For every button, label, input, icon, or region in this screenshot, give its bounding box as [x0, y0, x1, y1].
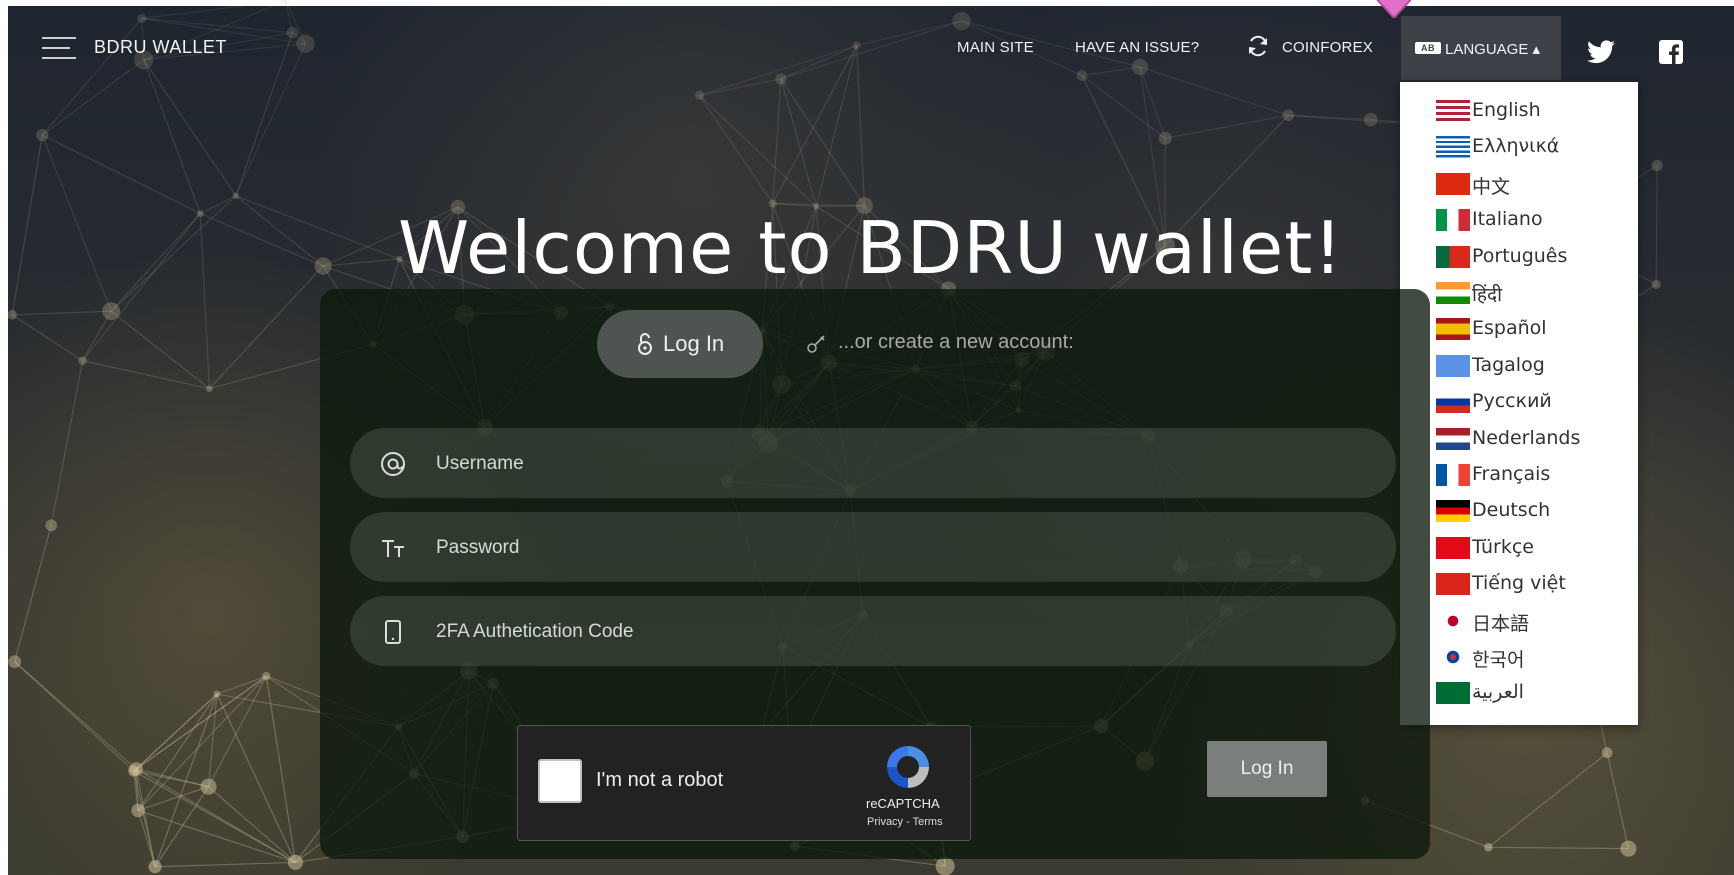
recaptcha-widget: I'm not a robot reCAPTCHA Privacy - Term…: [517, 725, 971, 841]
nav-link-main-site[interactable]: MAIN SITE: [957, 39, 1034, 56]
brand-title[interactable]: BDRU WALLET: [94, 37, 227, 58]
twitter-icon[interactable]: [1587, 40, 1615, 64]
in-flag-icon: [1436, 282, 1470, 304]
recaptcha-logo-icon: [887, 746, 929, 788]
language-option-label: Tagalog: [1472, 353, 1545, 376]
language-option-label: 中文: [1472, 175, 1511, 198]
language-option-label: Français: [1472, 463, 1551, 485]
language-option[interactable]: 한국어: [1436, 640, 1636, 672]
create-account-link[interactable]: ...or create a new account:: [838, 331, 1074, 354]
ru-flag-icon: [1436, 391, 1470, 414]
language-option-label: Deutsch: [1472, 499, 1551, 522]
hamburger-menu-icon[interactable]: [42, 33, 78, 63]
jp-flag-icon: [1436, 609, 1470, 632]
language-option-label: English: [1472, 99, 1541, 121]
language-option-label: Ελληνικά: [1472, 135, 1560, 158]
language-option-label: 한국어: [1472, 649, 1525, 671]
language-option-label: Português: [1472, 244, 1568, 267]
us-flag-icon: [1436, 100, 1470, 122]
text-cursor-icon: [382, 540, 404, 557]
refresh-icon[interactable]: [1246, 34, 1270, 58]
language-option[interactable]: العربية: [1436, 676, 1636, 708]
lock-icon: [638, 333, 652, 355]
tr-flag-icon: [1436, 536, 1470, 559]
at-sign-icon: [381, 452, 405, 476]
tab-log-in-label: Log In: [663, 331, 725, 356]
recaptcha-label: I'm not a robot: [596, 769, 724, 791]
page-title: Welcome to BDRU wallet!: [398, 206, 1344, 291]
fr-flag-icon: [1436, 464, 1470, 486]
password-input[interactable]: [434, 529, 1338, 567]
nav-link-have-an-issue[interactable]: HAVE AN ISSUE?: [1075, 39, 1199, 56]
language-option[interactable]: Ελληνικά: [1436, 130, 1636, 162]
language-option[interactable]: 中文: [1436, 167, 1636, 199]
language-menu: English Ελληνικά 中文 Italiano Português हिंदी E…: [1400, 82, 1638, 725]
annotation-arrow-marker: [1376, 0, 1412, 18]
language-option-label: العربية: [1472, 681, 1524, 704]
language-option[interactable]: Tagalog: [1436, 349, 1636, 381]
language-icon: AB: [1415, 42, 1441, 54]
top-nav: BDRU WALLET MAIN SITE HAVE AN ISSUE? COI…: [0, 6, 1734, 80]
language-option[interactable]: Русский: [1436, 385, 1636, 417]
tab-log-in[interactable]: Log In: [597, 310, 763, 378]
it-flag-icon: [1436, 209, 1470, 232]
language-dropdown-button[interactable]: AB LANGUAGE ▴: [1401, 16, 1561, 80]
facebook-icon[interactable]: [1659, 40, 1683, 64]
language-option[interactable]: 日本語: [1436, 604, 1636, 636]
nl-flag-icon: [1436, 427, 1470, 450]
gr-flag-icon: [1436, 136, 1470, 159]
username-field[interactable]: [350, 428, 1396, 498]
phone-icon: [385, 620, 401, 644]
username-input[interactable]: [434, 445, 1338, 483]
recaptcha-privacy-terms[interactable]: Privacy - Terms: [867, 816, 943, 828]
de-flag-icon: [1436, 500, 1470, 523]
kr-flag-icon: [1436, 646, 1470, 668]
language-option[interactable]: Français: [1436, 458, 1636, 490]
language-option[interactable]: Português: [1436, 240, 1636, 272]
language-option-label: Español: [1472, 317, 1547, 340]
pt-flag-icon: [1436, 245, 1470, 268]
password-field[interactable]: [350, 512, 1396, 582]
es-flag-icon: [1436, 318, 1470, 341]
twofa-input[interactable]: [434, 613, 1338, 651]
language-option[interactable]: Türkçe: [1436, 531, 1636, 563]
nav-link-coinforex[interactable]: COINFOREX: [1282, 39, 1373, 56]
vn-flag-icon: [1436, 573, 1470, 596]
language-option-label: हिंदी: [1472, 284, 1503, 306]
un-flag-icon: [1436, 354, 1470, 377]
language-option-label: Tiếng việt: [1472, 572, 1566, 595]
language-option-label: Русский: [1472, 390, 1552, 413]
key-icon: [807, 335, 825, 353]
language-label: LANGUAGE ▴: [1445, 41, 1541, 58]
cn-flag-icon: [1436, 172, 1470, 195]
language-option-label: Türkçe: [1472, 535, 1534, 558]
twofa-field[interactable]: [350, 596, 1396, 666]
recaptcha-checkbox[interactable]: [538, 759, 582, 803]
sa-flag-icon: [1436, 682, 1470, 705]
language-option[interactable]: Italiano: [1436, 203, 1636, 235]
language-option[interactable]: हिंदी: [1436, 276, 1636, 308]
language-option-label: Nederlands: [1472, 426, 1581, 449]
language-option[interactable]: English: [1436, 94, 1636, 126]
language-option[interactable]: Deutsch: [1436, 494, 1636, 526]
language-option-label: 日本語: [1472, 612, 1530, 635]
recaptcha-brand: reCAPTCHA: [866, 796, 940, 811]
language-option[interactable]: Español: [1436, 312, 1636, 344]
language-option[interactable]: Tiếng việt: [1436, 567, 1636, 599]
log-in-button[interactable]: Log In: [1207, 741, 1327, 797]
language-option[interactable]: Nederlands: [1436, 422, 1636, 454]
language-option-label: Italiano: [1472, 208, 1543, 231]
